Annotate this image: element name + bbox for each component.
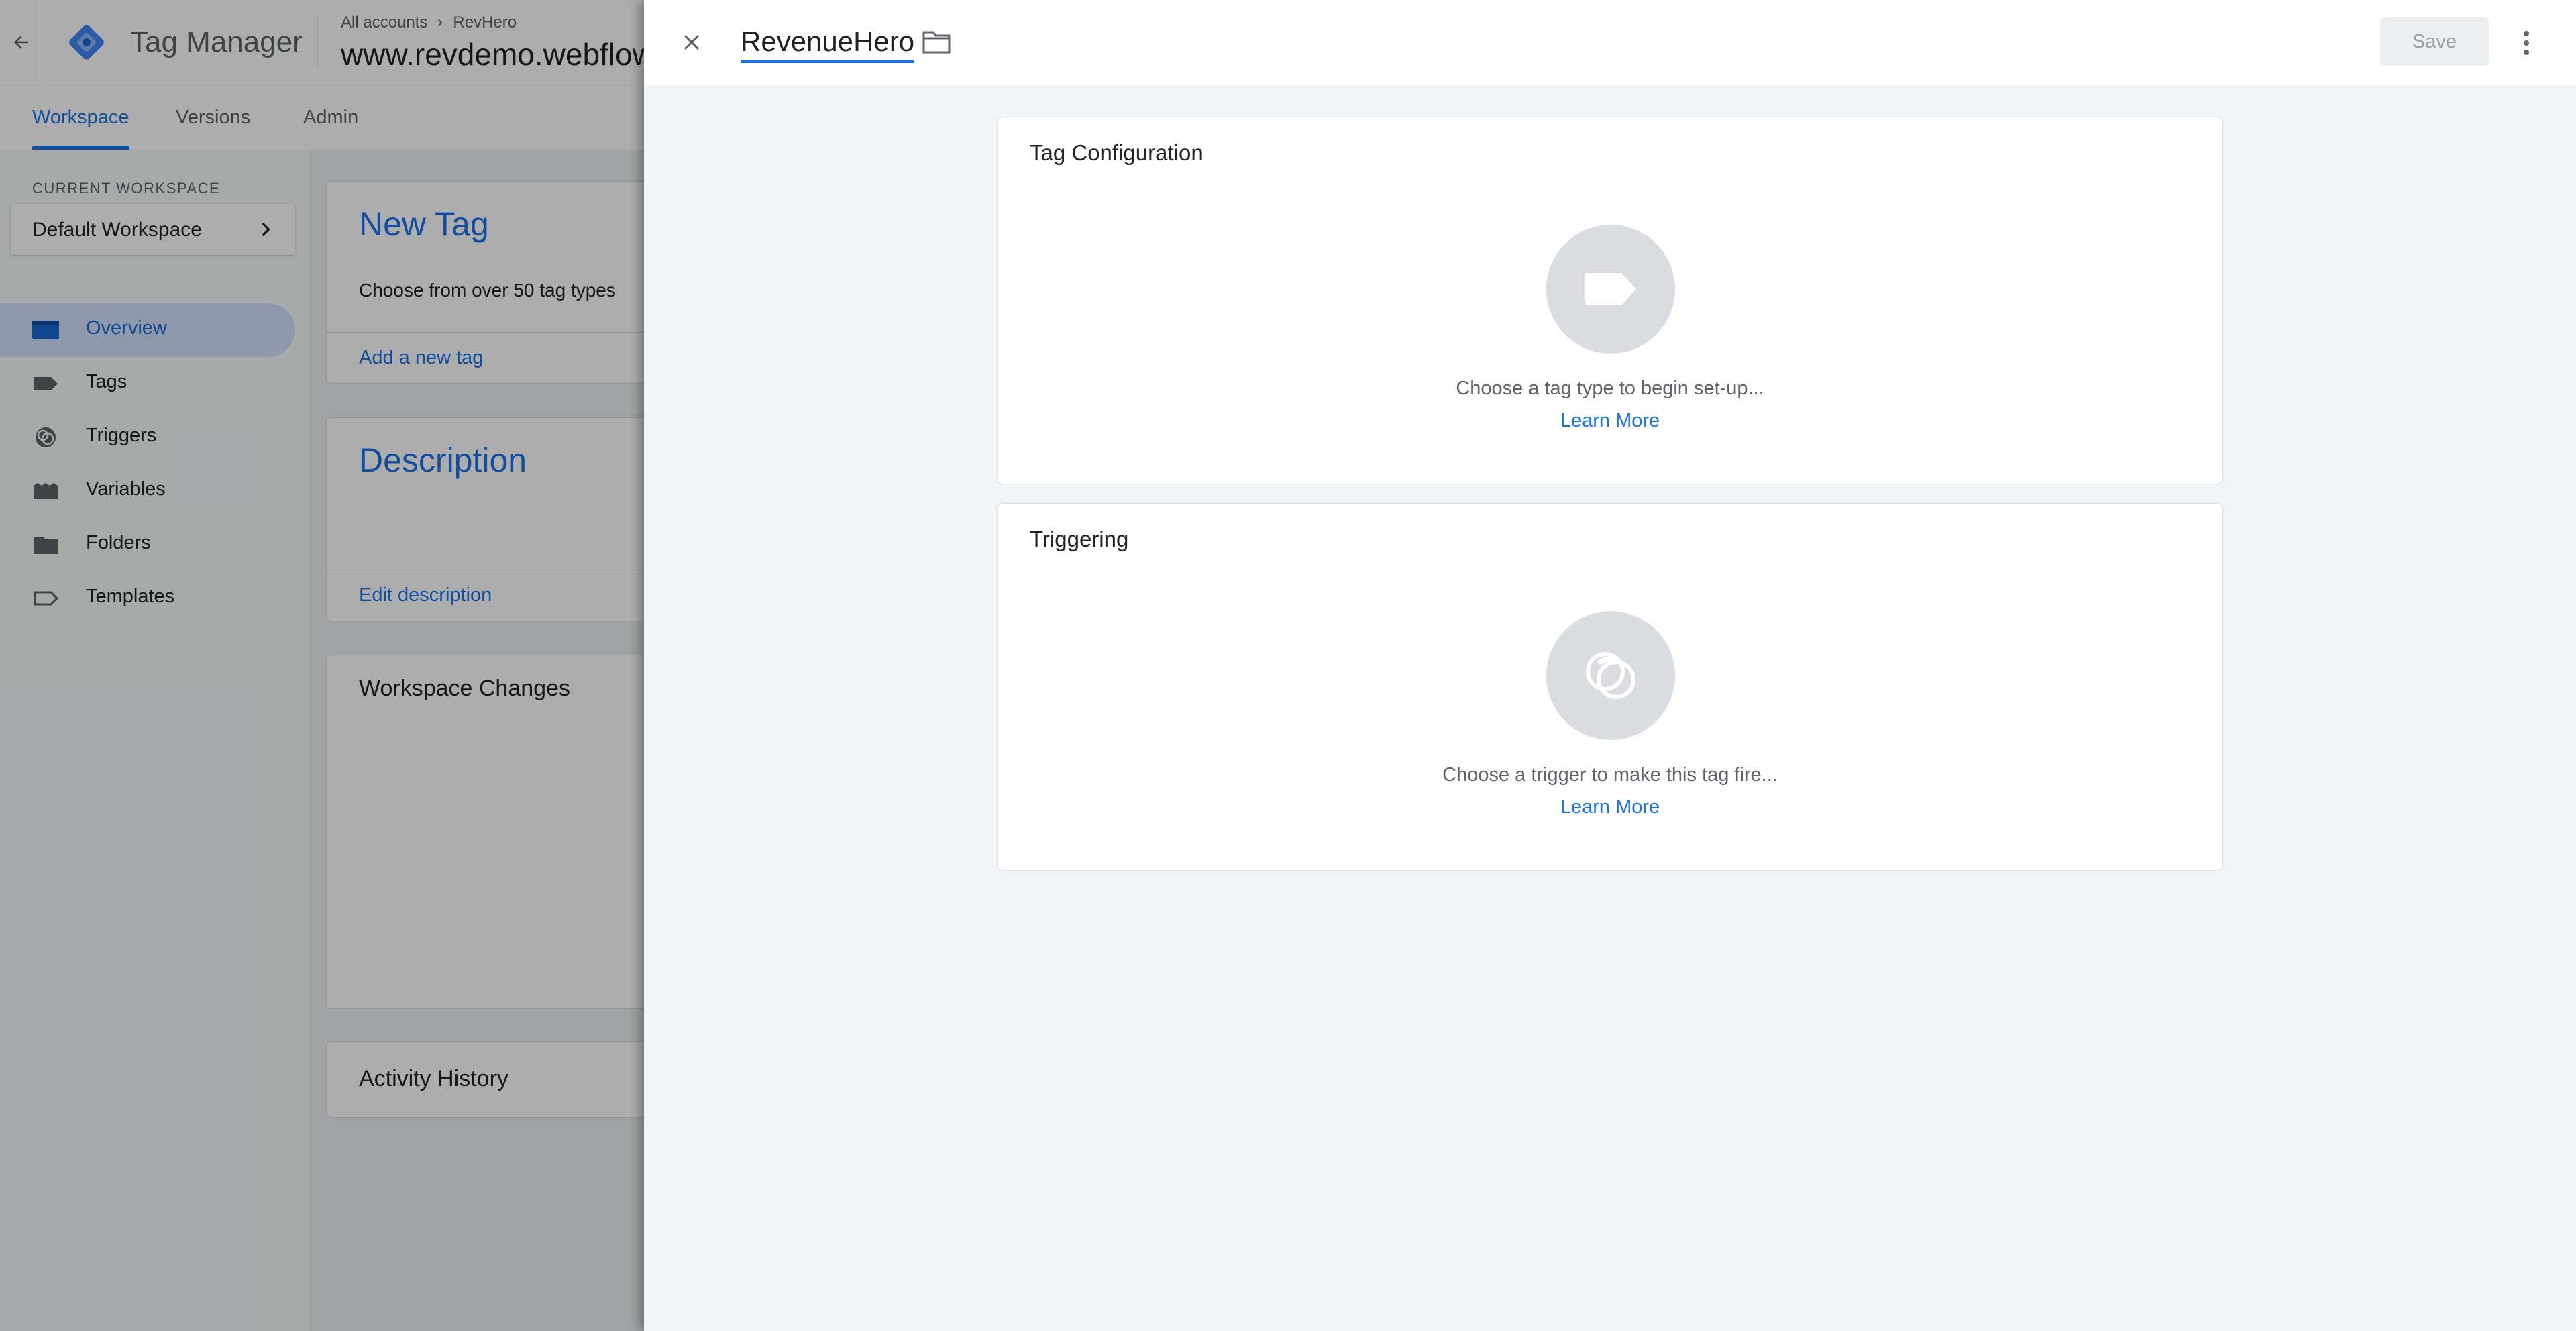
folder-button[interactable]	[918, 25, 955, 59]
tag-editor-header: RevenueHero Save	[644, 0, 2576, 85]
save-button[interactable]: Save	[2380, 17, 2489, 66]
more-vert-icon	[2524, 31, 2529, 55]
tag-editor-panel: RevenueHero Save Tag Configuration Choos…	[644, 0, 2576, 1331]
triggering-section[interactable]: Triggering Choose a trigger to make this…	[997, 503, 2223, 871]
triggering-learn-more-link[interactable]: Learn More	[998, 796, 2222, 818]
tag-type-placeholder[interactable]	[1546, 225, 1675, 354]
tag-configuration-title: Tag Configuration	[1030, 140, 1203, 165]
triggering-title: Triggering	[1030, 527, 1129, 551]
tag-name-input[interactable]: RevenueHero	[741, 25, 915, 63]
tag-configuration-section[interactable]: Tag Configuration Choose a tag type to b…	[997, 117, 2223, 484]
close-icon	[684, 34, 700, 50]
trigger-placeholder[interactable]	[1546, 611, 1675, 740]
trigger-hint: Choose a trigger to make this tag fire..…	[1442, 764, 1778, 786]
close-button[interactable]	[672, 23, 711, 62]
tag-configuration-learn-more-link[interactable]: Learn More	[998, 410, 2222, 432]
tag-icon	[1585, 273, 1636, 305]
folder-outline-icon	[922, 31, 951, 54]
trigger-icon	[1586, 652, 1635, 699]
more-options-button[interactable]	[2513, 24, 2540, 62]
tag-type-hint: Choose a tag type to begin set-up...	[1456, 378, 1764, 399]
